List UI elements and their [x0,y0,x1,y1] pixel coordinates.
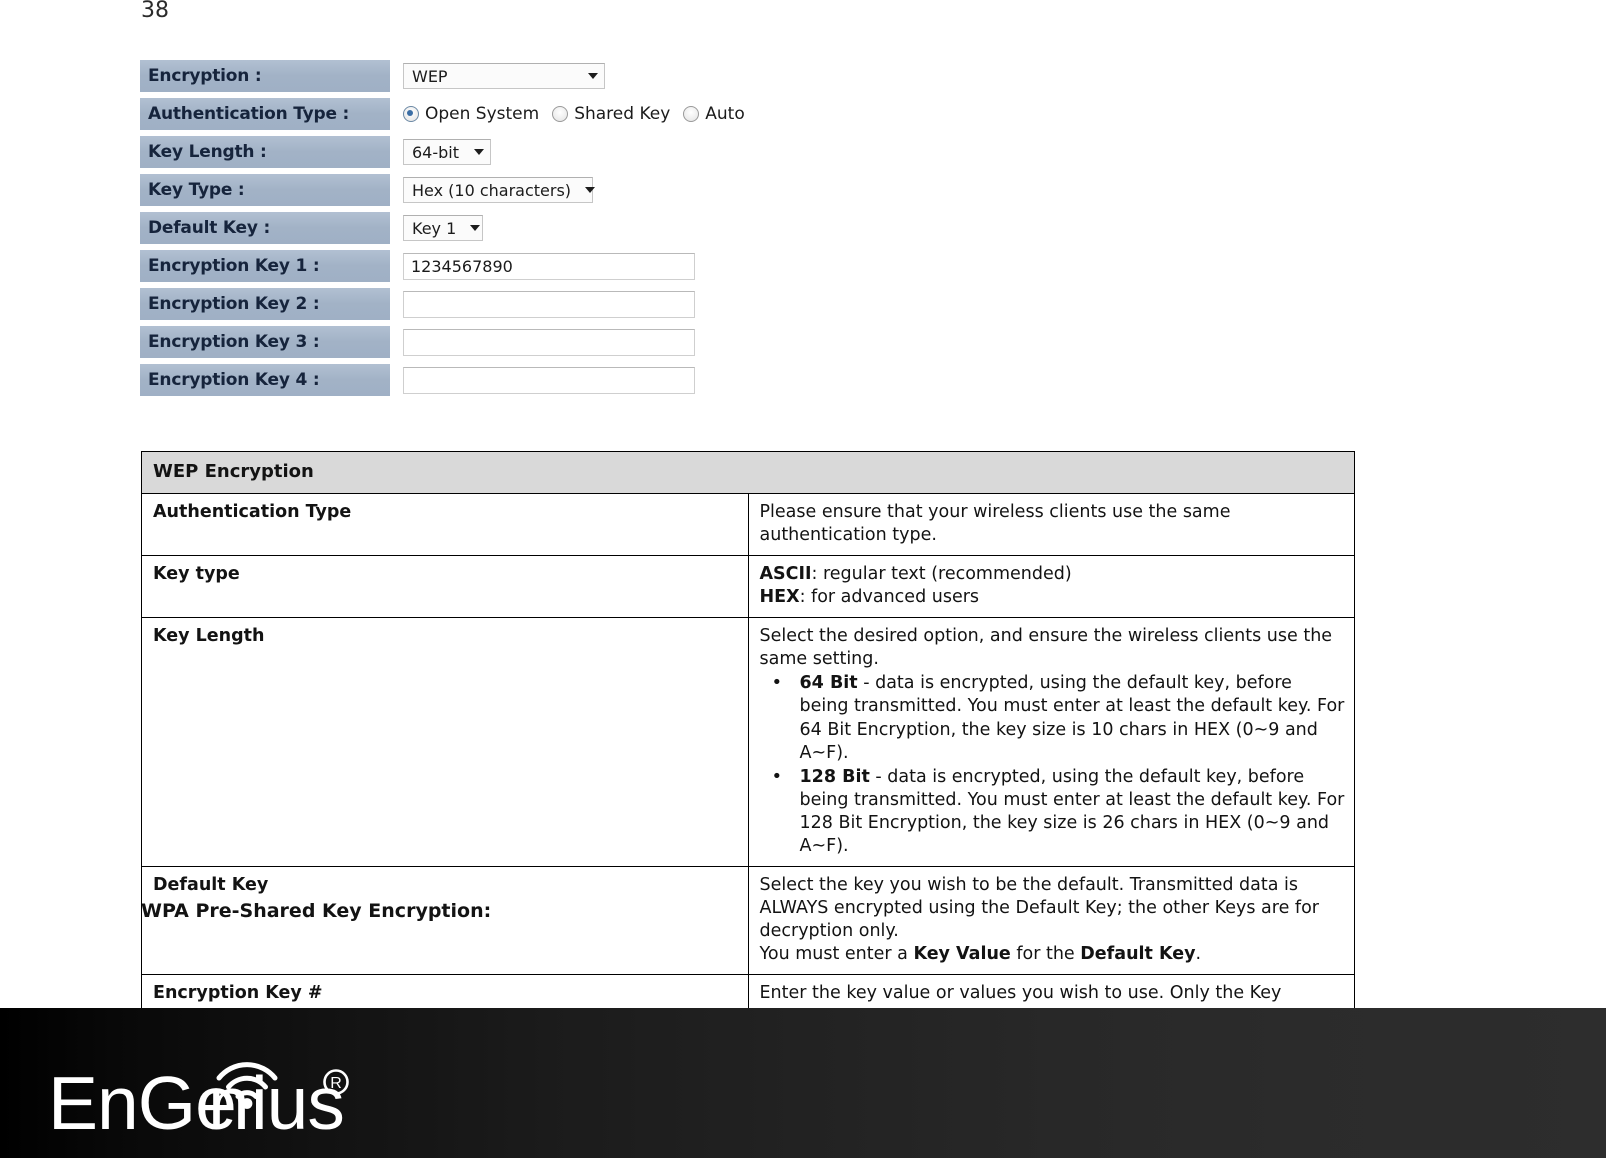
form-row-encryption-key-1: Encryption Key 1 : 1234567890 [140,250,840,284]
wep-settings-form: Encryption : WEP Authentication Type : O… [140,60,840,402]
row-key-key-type: Key type [141,554,749,619]
control-key-length: 64-bit [390,136,840,168]
radio-open-system[interactable]: Open System [403,104,539,124]
form-row-encryption-key-3: Encryption Key 3 : [140,326,840,360]
chevron-down-icon [470,225,481,231]
control-key-type: Hex (10 characters) [390,174,840,206]
default-key-line2-defaultkey: Default Key [1080,944,1196,965]
form-row-authentication-type: Authentication Type : Open System Shared… [140,98,840,132]
label-key-type: Key Type : [140,174,390,206]
default-key-line2-keyvalue: Key Value [913,944,1011,965]
label-encryption-key-2: Encryption Key 2 : [140,288,390,320]
bullet-64bit-label: 64 Bit [799,673,858,694]
label-authentication-type: Authentication Type : [140,98,390,130]
page-footer: EnGe n ius R [0,1008,1606,1158]
encryption-key-2-input[interactable] [403,290,695,318]
label-encryption-key-4: Encryption Key 4 : [140,364,390,396]
bullet-128bit-label: 128 Bit [799,766,870,787]
default-key-line2-pre: You must enter a [759,944,914,965]
encryption-select[interactable]: WEP [403,63,605,89]
control-encryption-key-2 [390,288,840,320]
bullet-64bit-text: - data is encrypted, using the default k… [799,673,1345,763]
radio-open-system-icon [403,106,419,122]
svg-text:n: n [208,1061,249,1138]
control-encryption-key-3 [390,326,840,358]
key-length-bullet-list: 64 Bit - data is encrypted, using the de… [760,671,1346,858]
section-caption: WPA Pre-Shared Key Encryption: [141,900,492,922]
default-key-select-value: Key 1 [412,218,457,238]
radio-shared-key-icon [552,106,569,122]
list-item: 64 Bit - data is encrypted, using the de… [760,671,1346,764]
encryption-key-4-input[interactable] [403,366,695,394]
table-header-row: WEP Encryption [141,451,1355,494]
wep-encryption-description-table: WEP Encryption Authentication Type Pleas… [141,451,1355,1038]
control-encryption: WEP [390,60,840,92]
key-length-select[interactable]: 64-bit [403,139,491,165]
form-row-key-type: Key Type : Hex (10 characters) [140,174,840,208]
form-row-default-key: Default Key : Key 1 [140,212,840,246]
ascii-text: : regular text (recommended) [811,563,1072,584]
row-value-key-type: ASCII: regular text (recommended) HEX: f… [747,554,1355,619]
form-row-key-length: Key Length : 64-bit [140,136,840,170]
default-key-line-1: Select the key you wish to be the defaul… [759,875,1319,942]
radio-open-system-label: Open System [425,104,540,124]
radio-shared-key[interactable]: Shared Key [552,104,670,124]
chevron-down-icon [474,149,484,155]
label-default-key: Default Key : [140,212,390,244]
authentication-type-radio-group: Open System Shared Key Auto [403,104,745,124]
default-key-line2-mid: for the [1010,944,1081,965]
chevron-down-icon [585,187,596,193]
key-type-hex-line: HEX: for advanced users [760,586,1346,609]
control-encryption-key-1: 1234567890 [390,250,840,282]
hex-text: : for advanced users [799,587,980,608]
table-row-authentication-type: Authentication Type Please ensure that y… [141,492,1355,556]
form-row-encryption-key-2: Encryption Key 2 : [140,288,840,322]
radio-auto-icon [683,106,700,122]
label-encryption-key-1: Encryption Key 1 : [140,250,390,282]
control-default-key: Key 1 [390,212,840,244]
engenius-logo: EnGe n ius R [48,1030,388,1138]
control-authentication-type: Open System Shared Key Auto [390,98,840,130]
svg-text:R: R [330,1075,342,1092]
default-key-line-2: You must enter a Key Value for the Defau… [760,943,1346,966]
table-header-title: WEP Encryption [141,451,1355,494]
row-value-default-key: Select the key you wish to be the defaul… [747,866,1355,976]
default-key-select[interactable]: Key 1 [403,215,483,241]
list-item: 128 Bit - data is encrypted, using the d… [760,765,1346,858]
form-row-encryption: Encryption : WEP [140,60,840,94]
table-row-key-length: Key Length Select the desired option, an… [141,617,1355,868]
form-row-encryption-key-4: Encryption Key 4 : [140,364,840,398]
radio-auto-label: Auto [705,104,745,124]
row-key-key-length: Key Length [141,617,749,868]
label-key-length: Key Length : [140,136,390,168]
chevron-down-icon [588,73,598,79]
row-value-key-length: Select the desired option, and ensure th… [747,617,1355,868]
label-encryption-key-3: Encryption Key 3 : [140,326,390,358]
bullet-128bit-text: - data is encrypted, using the default k… [799,766,1345,856]
page-number: 38 [141,0,169,23]
key-type-select-value: Hex (10 characters) [412,180,572,200]
key-type-select[interactable]: Hex (10 characters) [403,177,596,203]
encryption-key-1-input[interactable]: 1234567890 [403,252,695,280]
encryption-key-3-input[interactable] [403,328,695,356]
row-key-authentication-type: Authentication Type [141,492,749,556]
key-length-select-value: 64-bit [412,142,460,162]
key-length-intro: Select the desired option, and ensure th… [759,626,1333,670]
key-type-ascii-line: ASCII: regular text (recommended) [760,563,1346,586]
control-encryption-key-4 [390,364,840,396]
label-encryption: Encryption : [140,60,390,92]
ascii-label: ASCII [759,563,812,584]
hex-label: HEX [759,587,800,608]
encryption-select-value: WEP [412,66,448,86]
row-value-authentication-type: Please ensure that your wireless clients… [747,492,1355,556]
radio-auto[interactable]: Auto [683,104,745,124]
table-row-key-type: Key type ASCII: regular text (recommende… [141,554,1355,619]
default-key-line2-post: . [1195,944,1202,965]
radio-shared-key-label: Shared Key [574,104,671,124]
